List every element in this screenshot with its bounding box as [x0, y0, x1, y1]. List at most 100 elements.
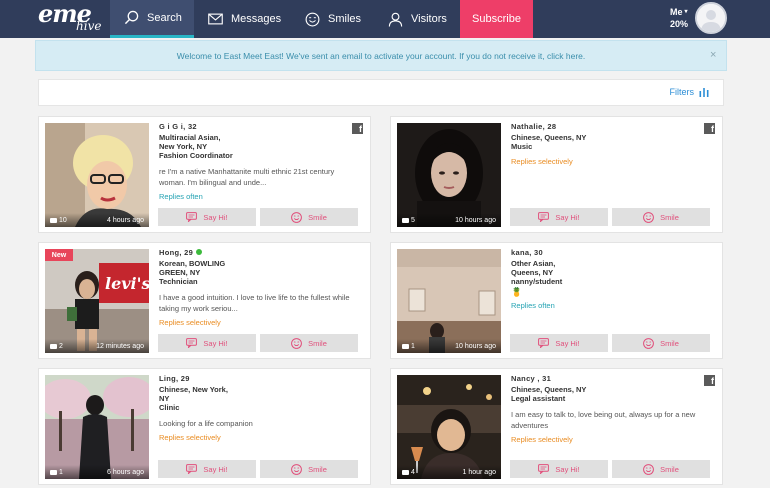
profile-location: NY [159, 394, 170, 403]
smiley-icon [643, 337, 655, 349]
smile-button[interactable]: Smile [612, 460, 710, 478]
new-badge: New [45, 249, 73, 261]
profile-location: GREEN, NY [159, 268, 201, 277]
profile-card[interactable]: 1 10 hours ago kana, 30 Other Asian, Que… [390, 242, 723, 359]
profile-name[interactable]: Hong, 29 [159, 248, 193, 257]
profile-info: Nancy , 31 Chinese, Queens, NY Legal ass… [511, 374, 706, 444]
profile-info: Hong, 29 Korean, BOWLING GREEN, NY Techn… [159, 248, 354, 327]
user-avatar[interactable] [695, 2, 727, 34]
profile-ethnicity: Multiracial Asian, [159, 133, 221, 142]
facebook-icon: f [352, 123, 363, 134]
profile-photo[interactable]: 1 6 hours ago [45, 375, 149, 479]
reply-rate: Replies selectively [159, 433, 221, 442]
filters-button[interactable]: Filters [670, 87, 710, 97]
photo-count: 1 [59, 469, 63, 476]
default-avatar-icon [697, 4, 725, 32]
smile-button[interactable]: Smile [260, 460, 358, 478]
say-hi-label: Say Hi! [555, 464, 580, 474]
facebook-icon: f [704, 375, 715, 386]
close-icon[interactable]: × [710, 49, 716, 61]
smile-button[interactable]: Smile [260, 334, 358, 352]
profile-name[interactable]: Nathalie, 28 [511, 122, 706, 131]
eme-hive-logo[interactable]: eme hive [38, 0, 101, 35]
pineapple-emoji: 🍍 [511, 287, 523, 297]
profile-card[interactable]: 10 4 hours ago G i G i, 32 Multiracial A… [38, 116, 371, 233]
person-icon [388, 12, 403, 27]
photo-count: 1 [411, 343, 415, 350]
last-seen: 1 hour ago [462, 469, 496, 476]
nav-search-label: Search [147, 11, 182, 24]
smile-button[interactable]: Smile [612, 208, 710, 226]
say-hi-button[interactable]: Say Hi! [510, 460, 608, 478]
say-hi-button[interactable]: Say Hi! [510, 208, 608, 226]
photo-count: 4 [411, 469, 415, 476]
nav-smiles-label: Smiles [328, 13, 362, 25]
nav-visitors[interactable]: Visitors [388, 0, 447, 38]
profile-bio: Looking for a life companion [159, 419, 253, 428]
profile-card[interactable]: 1 6 hours ago Ling, 29 Chinese, New York… [38, 368, 371, 485]
nav-smiles[interactable]: Smiles [305, 0, 361, 38]
me-menu[interactable]: Me ▾ 20% [670, 6, 688, 30]
photo-info-bar: 1 10 hours ago [397, 339, 501, 353]
nav-search[interactable]: Search [110, 0, 194, 38]
chat-bubble-icon [538, 338, 550, 348]
say-hi-label: Say Hi! [203, 338, 228, 348]
profile-photo-image [397, 249, 501, 353]
smile-button[interactable]: Smile [612, 334, 710, 352]
profile-occupation: Clinic [159, 403, 180, 412]
photo-count: 10 [59, 217, 67, 224]
profile-name[interactable]: kana, 30 [511, 248, 706, 257]
reply-rate: Replies often [511, 301, 555, 310]
smile-label: Smile [308, 464, 327, 474]
say-hi-button[interactable]: Say Hi! [158, 208, 256, 226]
chat-bubble-icon [538, 212, 550, 222]
chat-bubble-icon [186, 464, 198, 474]
profile-name[interactable]: Ling, 29 [159, 374, 354, 383]
photo-info-bar: 5 10 hours ago [397, 213, 501, 227]
profile-photo[interactable]: 1 10 hours ago [397, 249, 501, 353]
profile-photo-image: levi's [45, 249, 149, 353]
smile-button[interactable]: Smile [260, 208, 358, 226]
profile-photo[interactable]: 10 4 hours ago [45, 123, 149, 227]
search-icon [124, 10, 139, 25]
profile-name[interactable]: G i G i, 32 [159, 122, 354, 131]
say-hi-button[interactable]: Say Hi! [158, 460, 256, 478]
profile-location: Chinese, Queens, NY [511, 133, 587, 142]
profile-card[interactable]: 4 1 hour ago Nancy , 31 Chinese, Queens,… [390, 368, 723, 485]
profile-info: Ling, 29 Chinese, New York, NY Clinic Lo… [159, 374, 354, 442]
profile-name[interactable]: Nancy , 31 [511, 374, 706, 383]
profile-photo-image [397, 375, 501, 479]
smiley-icon [291, 337, 303, 349]
profile-occupation: Fashion Coordinator [159, 151, 233, 160]
activation-notice-text[interactable]: Welcome to East Meet East! We've sent an… [177, 51, 586, 61]
say-hi-label: Say Hi! [203, 464, 228, 474]
profile-photo[interactable]: 4 1 hour ago [397, 375, 501, 479]
say-hi-label: Say Hi! [555, 338, 580, 348]
filter-bar: Filters [38, 79, 724, 106]
profile-photo[interactable]: 5 10 hours ago [397, 123, 501, 227]
camera-icon [50, 470, 57, 475]
say-hi-label: Say Hi! [555, 212, 580, 222]
top-navigation-bar: eme hive Search Messages Smiles Visitors… [0, 0, 770, 38]
subscribe-button[interactable]: Subscribe [460, 0, 533, 38]
profile-ethnicity: Other Asian, [511, 259, 556, 268]
profile-location: Chinese, Queens, NY [511, 385, 587, 394]
svg-text:levi's: levi's [105, 274, 149, 293]
smile-label: Smile [660, 338, 679, 348]
photo-info-bar: 4 1 hour ago [397, 465, 501, 479]
say-hi-button[interactable]: Say Hi! [158, 334, 256, 352]
last-seen: 10 hours ago [455, 217, 496, 224]
camera-icon [402, 470, 409, 475]
photo-count: 2 [59, 343, 63, 350]
profile-card[interactable]: 5 10 hours ago Nathalie, 28 Chinese, Que… [390, 116, 723, 233]
sliders-icon [699, 87, 709, 97]
nav-messages[interactable]: Messages [208, 0, 281, 38]
profile-photo-image [45, 375, 149, 479]
online-status-dot [196, 249, 203, 255]
profile-occupation: Technician [159, 277, 198, 286]
profile-info: G i G i, 32 Multiracial Asian, New York,… [159, 122, 354, 201]
profile-card[interactable]: levi's New 2 12 minutes ago Hong, 29 Kor… [38, 242, 371, 359]
chat-bubble-icon [186, 338, 198, 348]
profile-photo[interactable]: levi's New 2 12 minutes ago [45, 249, 149, 353]
say-hi-button[interactable]: Say Hi! [510, 334, 608, 352]
